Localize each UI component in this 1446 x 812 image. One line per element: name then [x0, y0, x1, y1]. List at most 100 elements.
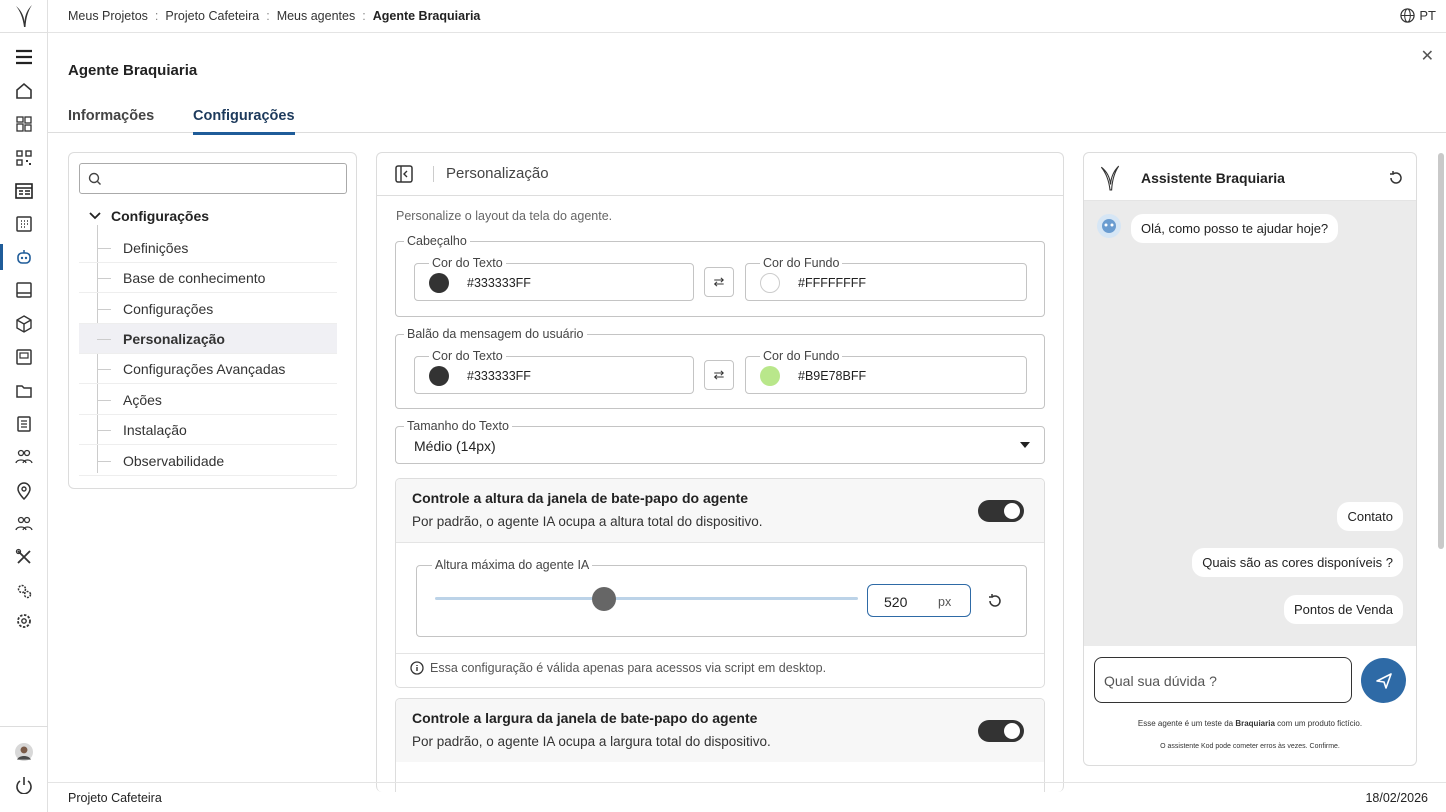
- chat-input-placeholder: Qual sua dúvida ?: [1104, 673, 1217, 689]
- grid-icon[interactable]: [0, 212, 48, 236]
- chat-messages: Olá, como posso te ajudar hoje? Contato …: [1084, 201, 1416, 646]
- chat-preview: Assistente Braquiaria Olá, como posso te…: [1083, 152, 1417, 766]
- max-height-label: Altura máxima do agente IA: [432, 558, 593, 572]
- document-icon[interactable]: [0, 412, 48, 436]
- width-control-toggle[interactable]: [978, 720, 1024, 742]
- robot-icon[interactable]: [0, 245, 48, 269]
- text-size-label: Tamanho do Texto: [404, 419, 512, 433]
- user-bubble-legend: Balão da mensagem do usuário: [404, 327, 587, 341]
- breadcrumb-separator: :: [362, 9, 366, 23]
- list-view-icon[interactable]: [0, 179, 48, 203]
- assistant-logo: [1100, 165, 1120, 191]
- bubble-bg-color-field[interactable]: Cor do Fundo #B9E78BFF: [745, 349, 1027, 394]
- width-control-section: Controle a largura da janela de bate-pap…: [395, 698, 1045, 792]
- nav-item-instalacao[interactable]: Instalação: [79, 415, 337, 445]
- monitor-icon[interactable]: [0, 278, 48, 302]
- nav-item-base-conhecimento[interactable]: Base de conhecimento: [79, 263, 337, 293]
- refresh-icon[interactable]: [1388, 170, 1404, 186]
- logout-icon[interactable]: [0, 773, 48, 797]
- disclaimer-suffix: com um produto fictício.: [1274, 719, 1363, 728]
- panel-header: Personalização: [377, 153, 1063, 196]
- nav-item-definicoes[interactable]: Definições: [79, 233, 337, 263]
- text-size-value: Médio (14px): [414, 438, 496, 454]
- chat-input[interactable]: Qual sua dúvida ?: [1094, 657, 1352, 703]
- header-bg-color-field[interactable]: Cor do Fundo #FFFFFFFF: [745, 256, 1027, 301]
- tab-configuracoes[interactable]: Configurações: [193, 108, 295, 135]
- breadcrumb-item-agents[interactable]: Meus agentes: [277, 9, 356, 23]
- package-icon[interactable]: [0, 312, 48, 336]
- breadcrumb-item-projects[interactable]: Meus Projetos: [68, 9, 148, 23]
- tab-informacoes[interactable]: Informações: [68, 108, 154, 124]
- gears-icon[interactable]: [0, 579, 48, 603]
- max-height-unit: px: [938, 595, 952, 609]
- team-icon[interactable]: [0, 512, 48, 536]
- footer-project: Projeto Cafeteira: [68, 791, 162, 805]
- nav-item-observabilidade[interactable]: Observabilidade: [79, 446, 337, 476]
- location-pin-icon[interactable]: [0, 479, 48, 503]
- swap-colors-button[interactable]: ⇄: [704, 267, 734, 297]
- avatar[interactable]: [0, 740, 48, 764]
- personalization-panel: Personalização Personalize o layout da t…: [376, 152, 1064, 792]
- menu-icon[interactable]: [0, 45, 48, 69]
- suggestion-chip[interactable]: Quais são as cores disponíveis ?: [1192, 548, 1403, 577]
- text-size-select[interactable]: Tamanho do Texto Médio (14px): [395, 419, 1045, 464]
- tree-root-label: Configurações: [111, 208, 210, 224]
- chat-title: Assistente Braquiaria: [1141, 170, 1285, 186]
- home-icon[interactable]: [0, 79, 48, 103]
- disclaimer-brand: Braquiaria: [1235, 719, 1275, 728]
- color-swatch[interactable]: [429, 366, 449, 386]
- dashboard-icon[interactable]: [0, 112, 48, 136]
- send-button[interactable]: [1361, 658, 1406, 703]
- color-swatch[interactable]: [760, 366, 780, 386]
- tree-root-configuracoes[interactable]: Configurações: [89, 208, 209, 224]
- width-control-description: Por padrão, o agente IA ocupa a largura …: [412, 734, 771, 749]
- suggestion-chip[interactable]: Contato: [1337, 502, 1403, 531]
- swap-colors-button[interactable]: ⇄: [704, 360, 734, 390]
- nav-item-personalizacao[interactable]: Personalização: [79, 324, 337, 354]
- header-colors-group: Cabeçalho Cor do Texto #333333FF ⇄ Cor d…: [395, 234, 1045, 317]
- close-icon[interactable]: ✕: [1421, 46, 1434, 66]
- height-control-section: Controle a altura da janela de bate-papo…: [395, 478, 1045, 688]
- field-label: Cor do Texto: [429, 349, 506, 363]
- footer-date: 18/02/2026: [1365, 791, 1428, 805]
- nav-item-configuracoes[interactable]: Configurações: [79, 294, 337, 324]
- send-icon: [1375, 672, 1392, 689]
- screen-icon[interactable]: [0, 345, 48, 369]
- footer: Projeto Cafeteira 18/02/2026: [48, 782, 1446, 812]
- bot-message: Olá, como posso te ajudar hoje?: [1131, 214, 1339, 243]
- language-selector[interactable]: PT: [1400, 8, 1436, 23]
- nav-item-acoes[interactable]: Ações: [79, 385, 337, 415]
- language-label: PT: [1419, 8, 1436, 23]
- reset-icon[interactable]: [987, 593, 1003, 609]
- slider-thumb[interactable]: [592, 587, 617, 611]
- color-swatch[interactable]: [429, 273, 449, 293]
- bubble-text-color-field[interactable]: Cor do Texto #333333FF: [414, 349, 694, 394]
- users-icon[interactable]: [0, 445, 48, 469]
- height-control-header: Controle a altura da janela de bate-papo…: [396, 479, 1044, 542]
- settings-icon[interactable]: [0, 609, 48, 633]
- disclaimer-prefix: Esse agente é um teste da: [1137, 719, 1236, 728]
- color-swatch[interactable]: [760, 273, 780, 293]
- max-height-slider[interactable]: [435, 587, 858, 611]
- height-control-toggle[interactable]: [978, 500, 1024, 522]
- header-group-legend: Cabeçalho: [404, 234, 470, 248]
- breadcrumb: Meus Projetos : Projeto Cafeteira : Meus…: [48, 0, 1446, 33]
- tools-icon[interactable]: [0, 545, 48, 569]
- nav-item-label: Observabilidade: [123, 452, 225, 469]
- nav-item-label: Instalação: [123, 421, 187, 438]
- qr-code-icon[interactable]: [0, 146, 48, 170]
- folder-icon[interactable]: [0, 379, 48, 403]
- max-height-group: Altura máxima do agente IA 520 px: [416, 558, 1027, 637]
- header-text-color-field[interactable]: Cor do Texto #333333FF: [414, 256, 694, 301]
- max-height-input[interactable]: 520 px: [867, 584, 971, 617]
- breadcrumb-item-project[interactable]: Projeto Cafeteira: [165, 9, 259, 23]
- breadcrumb-separator: :: [266, 9, 270, 23]
- suggestion-chip[interactable]: Pontos de Venda: [1283, 595, 1403, 624]
- nav-item-label: Configurações Avançadas: [123, 360, 286, 377]
- search-input[interactable]: [79, 163, 347, 194]
- page-scrollbar[interactable]: [1438, 153, 1444, 549]
- nav-item-configuracoes-avancadas[interactable]: Configurações Avançadas: [79, 354, 337, 384]
- tab-bar: Informações Configurações: [48, 100, 1446, 135]
- collapse-panel-icon[interactable]: [395, 165, 413, 183]
- brand-logo[interactable]: [0, 0, 47, 33]
